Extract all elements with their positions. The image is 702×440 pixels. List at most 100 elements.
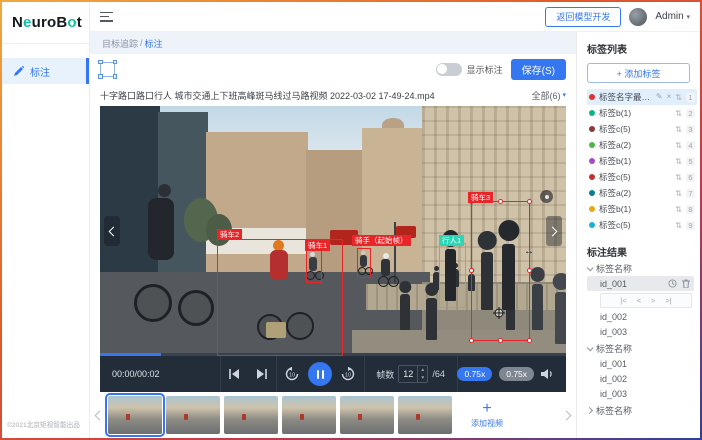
annotation-label[interactable]: 骑车1 (305, 240, 330, 251)
label-filter-dropdown[interactable]: 全部(6)▾ (531, 89, 566, 102)
sort-tag-icon[interactable]: ⇅ (675, 125, 682, 134)
edit-tag-icon[interactable]: ✎ (656, 93, 663, 101)
toggle-label: 显示标注 (467, 63, 503, 76)
add-tag-button[interactable]: + 添加标签 (587, 63, 690, 83)
volume-icon[interactable] (541, 368, 554, 380)
video-player: 骑车2 骑车1 骑手（起始帧） 行人1 骑车3 (100, 106, 566, 392)
prev-page-button[interactable]: < (637, 296, 641, 305)
result-group-header[interactable]: 标签名称 (587, 261, 694, 276)
tag-row[interactable]: 标签a(2)⇅7 (587, 185, 697, 201)
annotation-box[interactable] (217, 239, 343, 356)
history-icon[interactable] (668, 279, 677, 288)
annotation-label[interactable]: 行人1 (439, 235, 464, 246)
sort-tag-icon[interactable]: ⇅ (675, 93, 682, 102)
result-item[interactable]: id_003 (587, 324, 694, 339)
annotation-box[interactable] (439, 243, 466, 308)
annotation-box-selected[interactable] (471, 201, 530, 341)
group-name: 标签名称 (596, 342, 632, 355)
strip-next-chevron[interactable] (562, 400, 574, 430)
last-page-button[interactable]: >| (665, 296, 671, 305)
annotation-box[interactable] (357, 248, 371, 278)
result-item[interactable]: id_003 (587, 386, 694, 401)
user-menu[interactable]: Admin ▾ (655, 11, 690, 22)
sort-tag-icon[interactable]: ⇅ (675, 141, 682, 150)
breadcrumb-parent[interactable]: 目标追踪 (102, 37, 138, 50)
prev-video-chevron[interactable] (104, 216, 120, 246)
forward-10-button[interactable]: 10 (341, 367, 355, 381)
speed-badge[interactable]: 0.75x (499, 367, 534, 381)
result-item[interactable]: id_001 (587, 356, 694, 371)
video-thumbnail[interactable] (224, 396, 278, 434)
result-item[interactable]: id_002 (587, 371, 694, 386)
main-content: 目标追踪/标注 显示标注 保存(S) 十字路口路口行人 城市交通上下班高峰斑马线… (90, 32, 576, 438)
back-to-model-dev-button[interactable]: 返回模型开发 (545, 7, 621, 27)
trash-icon[interactable] (682, 279, 690, 288)
video-thumbnail[interactable] (108, 396, 162, 434)
video-thumbnail[interactable] (282, 396, 336, 434)
next-page-button[interactable]: > (651, 296, 655, 305)
sort-tag-icon[interactable]: ⇅ (675, 109, 682, 118)
pause-button[interactable] (308, 362, 332, 386)
prev-frame-button[interactable] (229, 369, 240, 379)
avatar[interactable] (629, 8, 647, 26)
sort-tag-icon[interactable]: ⇅ (675, 173, 682, 182)
annotation-label[interactable]: 骑手（起始帧） (352, 235, 411, 246)
replay-10-button[interactable]: 10 (285, 367, 299, 381)
result-id: id_001 (600, 359, 627, 369)
frame-number-input[interactable] (399, 366, 417, 382)
first-page-button[interactable]: |< (620, 296, 626, 305)
collapse-sidebar-icon[interactable] (100, 12, 113, 22)
sort-tag-icon[interactable]: ⇅ (675, 189, 682, 198)
tag-row[interactable]: 标签名字最长数... ✎ × ⇅ 1 (587, 89, 697, 105)
tag-row[interactable]: 标签a(2)⇅4 (587, 137, 697, 153)
track-point-button[interactable] (540, 190, 553, 203)
resize-handle[interactable] (527, 199, 532, 204)
tag-color-dot (589, 222, 595, 228)
show-annotations-toggle[interactable] (436, 63, 462, 76)
sort-tag-icon[interactable]: ⇅ (675, 221, 682, 230)
tag-row[interactable]: 标签c(5)⇅3 (587, 121, 697, 137)
resize-handle[interactable] (469, 338, 474, 343)
frame-pagination: |< < > >| (600, 293, 692, 308)
tag-row[interactable]: 标签b(1)⇅8 (587, 201, 697, 217)
result-id: id_001 (600, 279, 627, 289)
tag-row[interactable]: 标签b(1) ⇅ 5 (587, 153, 697, 169)
resize-handle[interactable] (527, 338, 532, 343)
annotation-label[interactable]: 骑车2 (217, 229, 242, 240)
video-thumbnail[interactable] (166, 396, 220, 434)
next-frame-button[interactable] (256, 369, 267, 379)
video-thumbnail[interactable] (398, 396, 452, 434)
delete-tag-icon[interactable]: × (667, 93, 672, 101)
annotation-box[interactable] (306, 249, 322, 283)
annotation-label[interactable]: 骑车3 (468, 192, 493, 203)
app-window: NeuroBot 标注 ©2021北京矩视智能出品 返回模型开发 Admin ▾… (2, 2, 700, 438)
resize-handle[interactable] (498, 199, 503, 204)
tag-name: 标签b(1) (599, 155, 671, 167)
tag-row[interactable]: 标签c(5)⇅6 (587, 169, 697, 185)
next-video-chevron[interactable] (546, 216, 562, 246)
result-item[interactable]: id_002 (587, 309, 694, 324)
resize-handle[interactable] (498, 338, 503, 343)
resize-handle[interactable] (469, 268, 474, 273)
sidebar-item-annotate[interactable]: 标注 (2, 58, 89, 84)
resize-handle[interactable] (527, 268, 532, 273)
result-id: id_003 (600, 389, 627, 399)
sort-tag-icon[interactable]: ⇅ (675, 157, 682, 166)
frame-step-down-icon[interactable]: ▾ (418, 374, 427, 382)
strip-prev-chevron[interactable] (92, 400, 104, 430)
result-group-header[interactable]: 标签名称 (587, 341, 694, 356)
result-item-selected[interactable]: id_001 (587, 276, 694, 291)
tag-row[interactable]: 标签b(1)⇅2 (587, 105, 697, 121)
frame-step-up-icon[interactable]: ▴ (418, 366, 427, 374)
video-thumbnail[interactable] (340, 396, 394, 434)
tag-color-dot (589, 190, 595, 196)
rect-select-tool-icon[interactable] (100, 62, 115, 77)
add-video-button[interactable]: + 添加视频 (456, 395, 518, 435)
sort-tag-icon[interactable]: ⇅ (675, 205, 682, 214)
save-button[interactable]: 保存(S) (511, 59, 566, 80)
speed-badge-active[interactable]: 0.75x (457, 367, 492, 381)
tag-order: 5 (686, 157, 695, 166)
result-group-header[interactable]: 标签名称 (587, 403, 694, 418)
tag-row[interactable]: 标签c(5)⇅9 (587, 217, 697, 233)
group-name: 标签名称 (596, 262, 632, 275)
